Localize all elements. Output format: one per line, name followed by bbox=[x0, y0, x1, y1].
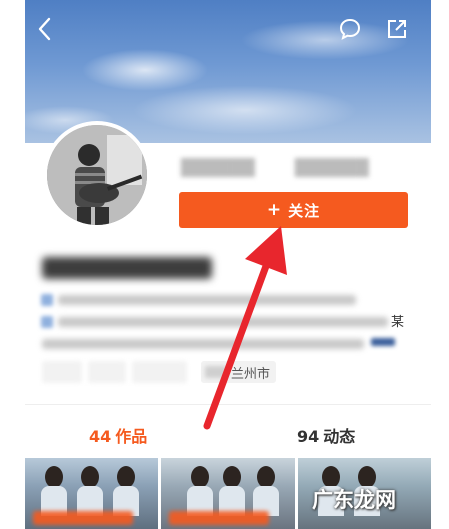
username-blurred bbox=[42, 257, 212, 279]
location-tag-blurred-prefix bbox=[205, 366, 227, 378]
work-thumbnail[interactable] bbox=[25, 458, 159, 529]
dynamics-count: 94 bbox=[297, 427, 320, 446]
bio-bullet bbox=[41, 316, 53, 328]
back-icon[interactable] bbox=[30, 14, 60, 44]
tag-blurred bbox=[42, 361, 82, 383]
chat-bubble-icon[interactable] bbox=[335, 14, 365, 44]
works-label: 作品 bbox=[115, 427, 148, 446]
profile-screen: ██████ ██████ + 关注 某 兰州市 44 作品 94 动态 bbox=[25, 0, 431, 529]
bio-line-blurred bbox=[58, 295, 356, 305]
dynamics-label: 动态 bbox=[323, 427, 356, 446]
location-tag: 兰州市 bbox=[201, 361, 277, 383]
tab-works[interactable]: 44 作品 bbox=[89, 423, 147, 447]
works-count: 44 bbox=[89, 427, 112, 446]
share-out-icon[interactable] bbox=[382, 14, 412, 44]
follow-button[interactable]: + 关注 bbox=[179, 192, 408, 228]
bio-line-blurred bbox=[58, 317, 388, 327]
profile-stats: ██████ ██████ bbox=[181, 158, 369, 177]
fans-count-blurred: ██████ bbox=[181, 158, 255, 177]
bio-line-blurred bbox=[42, 339, 364, 349]
site-watermark: 广东龙网 bbox=[312, 487, 396, 512]
follow-button-label: 关注 bbox=[288, 201, 321, 220]
avatar-photo bbox=[47, 125, 147, 225]
thumbnail-caption-blurred bbox=[169, 511, 270, 525]
location-text: 兰州市 bbox=[231, 366, 271, 382]
section-divider bbox=[25, 404, 431, 405]
more-link-blurred[interactable] bbox=[371, 338, 395, 346]
tab-dynamics[interactable]: 94 动态 bbox=[297, 423, 355, 447]
following-count-blurred: ██████ bbox=[294, 158, 369, 177]
tag-blurred bbox=[88, 361, 126, 383]
bio-bullet bbox=[41, 294, 53, 306]
tag-blurred bbox=[132, 361, 187, 383]
work-thumbnail[interactable] bbox=[161, 458, 295, 529]
bio-side-char: 某 bbox=[391, 315, 405, 330]
thumbnail-caption-blurred bbox=[33, 511, 133, 525]
plus-icon: + bbox=[266, 200, 283, 220]
avatar[interactable] bbox=[43, 121, 151, 229]
